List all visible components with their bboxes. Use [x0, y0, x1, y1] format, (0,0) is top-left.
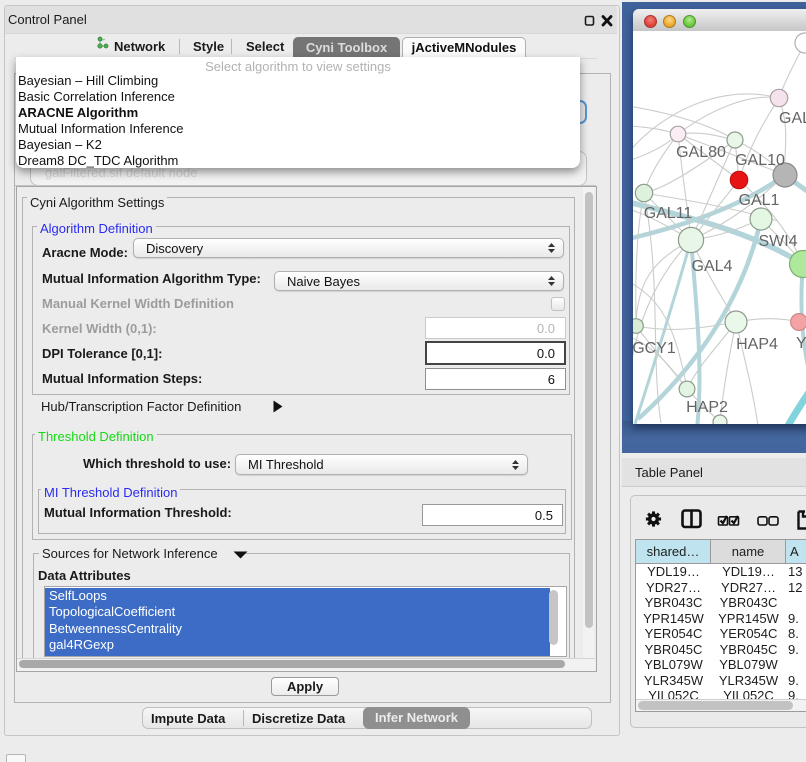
svg-text:GAL80: GAL80	[676, 144, 726, 161]
svg-text:GAL2: GAL2	[779, 110, 806, 127]
svg-text:GAL1: GAL1	[739, 192, 780, 209]
svg-text:Y: Y	[796, 335, 806, 352]
svg-text:GAL11: GAL11	[644, 205, 693, 222]
svg-text:GAL10: GAL10	[735, 152, 785, 169]
svg-text:HAP4: HAP4	[736, 336, 778, 353]
svg-text:GCY1: GCY1	[633, 340, 676, 357]
svg-text:GAL4: GAL4	[692, 258, 733, 275]
svg-text:HAP2: HAP2	[686, 399, 728, 416]
svg-text:SWI4: SWI4	[758, 233, 797, 250]
